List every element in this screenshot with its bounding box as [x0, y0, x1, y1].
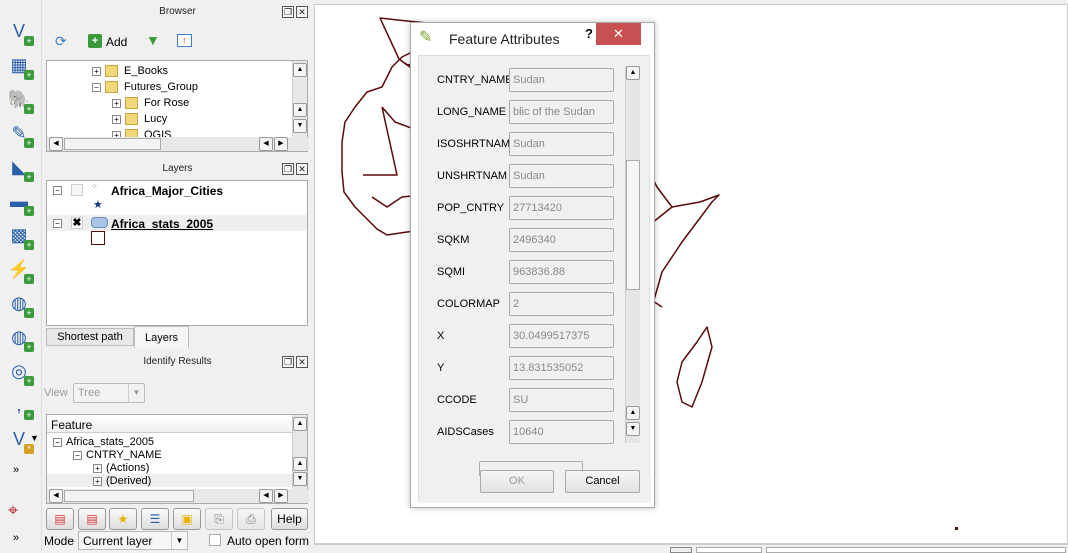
- scroll-up-button[interactable]: ▲: [626, 66, 640, 80]
- coordinate-field[interactable]: [696, 547, 762, 553]
- scale-field[interactable]: [766, 547, 1066, 553]
- field-label: POP_CNTRY: [437, 202, 505, 214]
- field-label: UNSHRTNAM: [437, 170, 508, 182]
- field-value-input[interactable]: 2496340: [509, 228, 614, 252]
- field-value-input[interactable]: 2: [509, 292, 614, 316]
- field-value-input[interactable]: blic of the Sudan: [509, 100, 614, 124]
- help-icon[interactable]: ?: [585, 26, 593, 41]
- map-point: [955, 527, 958, 530]
- feature-attributes-dialog: ✎ Feature Attributes ? ✕ CNTRY_NAME Sudan…: [410, 22, 655, 508]
- field-label: X: [437, 330, 445, 342]
- qgis-logo-icon: ✎: [419, 29, 433, 46]
- field-value-input[interactable]: SU: [509, 388, 614, 412]
- field-label: SQKM: [437, 234, 470, 246]
- ok-button[interactable]: OK: [480, 470, 554, 493]
- scroll-up-button[interactable]: ▲: [626, 406, 640, 420]
- field-value-input[interactable]: 30.0499517375: [509, 324, 614, 348]
- madagascar: [676, 326, 713, 408]
- field-value-input[interactable]: 13.831535052: [509, 356, 614, 380]
- field-value-input[interactable]: 27713420: [509, 196, 614, 220]
- status-button[interactable]: [670, 547, 692, 553]
- field-value-input[interactable]: 963836.88: [509, 260, 614, 284]
- field-label: AIDSCases: [437, 426, 494, 438]
- field-value-input[interactable]: Sudan: [509, 68, 614, 92]
- scroll-thumb[interactable]: [626, 160, 640, 290]
- cancel-button[interactable]: Cancel: [565, 470, 640, 493]
- field-label: SQMI: [437, 266, 466, 278]
- field-label: ISOSHRTNAM: [437, 138, 511, 150]
- field-value-input[interactable]: Sudan: [509, 164, 614, 188]
- dialog-body: CNTRY_NAME Sudan LONG_NAME blic of the Suda…: [418, 55, 651, 503]
- field-value-input[interactable]: Sudan: [509, 132, 614, 156]
- scroll-down-button[interactable]: ▼: [626, 422, 640, 436]
- vertical-scrollbar[interactable]: ▲ ▲ ▼: [625, 66, 640, 443]
- dialog-title: Feature Attributes: [449, 31, 560, 47]
- status-bar: [314, 544, 1068, 553]
- field-value-input[interactable]: 10640: [509, 420, 614, 444]
- field-label: COLORMAP: [437, 298, 500, 310]
- field-label: Y: [437, 362, 445, 374]
- close-button[interactable]: ✕: [596, 23, 641, 45]
- field-label: CCODE: [437, 394, 477, 406]
- field-label: LONG_NAME: [437, 106, 507, 118]
- field-label: CNTRY_NAME: [437, 74, 513, 86]
